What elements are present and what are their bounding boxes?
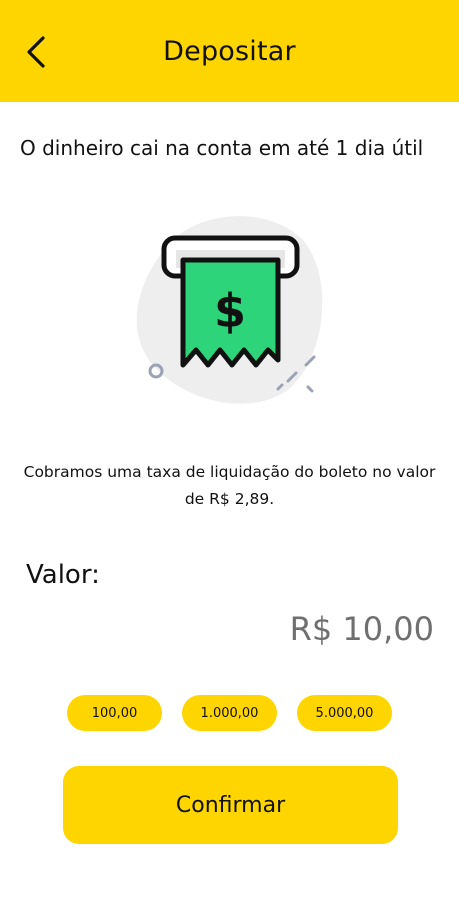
fee-note: Cobramos uma taxa de liquidação do bolet… xyxy=(23,463,436,508)
dollar-symbol: $ xyxy=(214,284,246,338)
deposit-screen: Depositar O dinheiro cai na conta em até… xyxy=(0,0,459,900)
page-title: Depositar xyxy=(163,36,296,67)
amount-value[interactable]: R$ 10,00 xyxy=(290,610,434,648)
deposit-illustration: $ xyxy=(128,205,328,405)
quick-amount-chip[interactable]: 1.000,00 xyxy=(182,695,277,731)
quick-amounts: 100,00 1.000,00 5.000,00 xyxy=(0,695,459,731)
quick-amount-chip[interactable]: 5.000,00 xyxy=(297,695,392,731)
app-header: Depositar xyxy=(0,0,459,102)
bill-dispenser-dollar-icon: $ xyxy=(136,216,323,404)
confirm-button[interactable]: Confirmar xyxy=(63,766,398,844)
decor-dash xyxy=(306,385,314,393)
quick-amount-chip[interactable]: 100,00 xyxy=(67,695,162,731)
deposit-timing-text: O dinheiro cai na conta em até 1 dia úti… xyxy=(20,136,424,160)
amount-label: Valor: xyxy=(26,560,100,590)
